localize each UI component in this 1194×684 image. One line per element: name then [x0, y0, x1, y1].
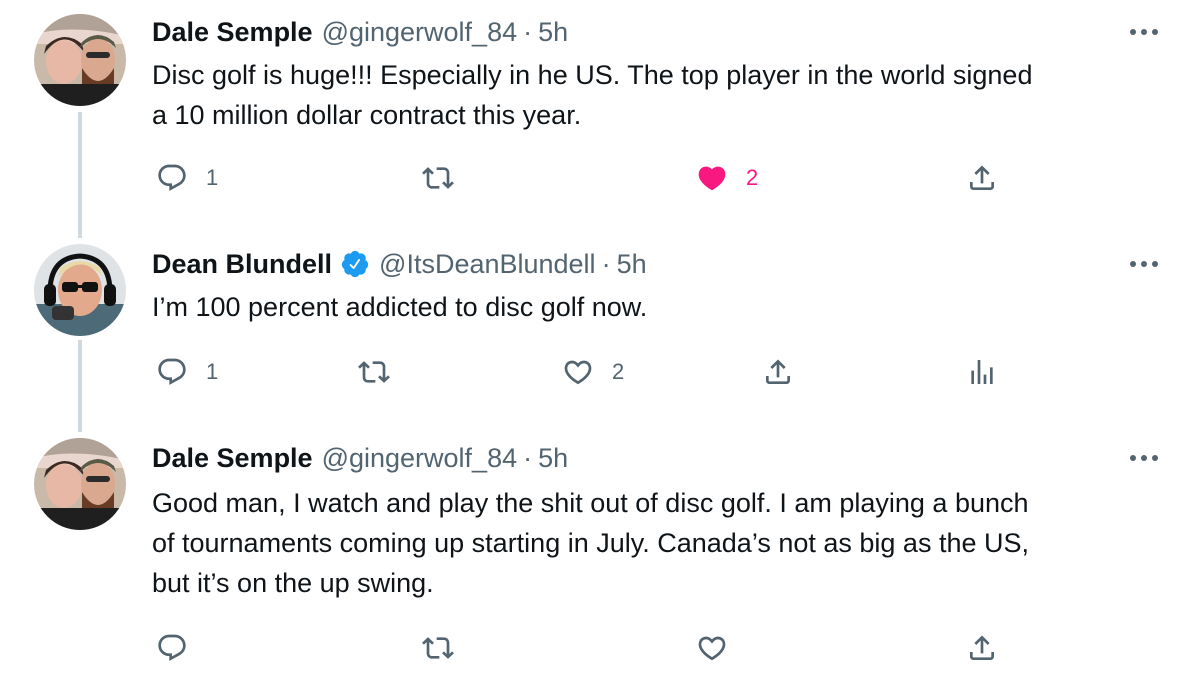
tweet[interactable]: Dale Semple @gingerwolf_84 · 5h Good man… — [0, 438, 1194, 678]
tweet-text-line: but it’s on the up swing. — [152, 568, 434, 598]
tweet-text: Disc golf is huge!!! Especially in he US… — [152, 55, 1172, 135]
reply-button[interactable]: 1 — [156, 158, 218, 198]
more-options-button[interactable] — [1126, 244, 1162, 284]
like-icon — [564, 360, 592, 385]
verified-badge — [340, 249, 370, 279]
tweet[interactable]: Dale Semple @gingerwolf_84 · 5h Disc gol… — [0, 12, 1194, 212]
tweet-text-line: a 10 million dollar contract this year. — [152, 100, 582, 130]
reply-count: 1 — [206, 359, 219, 384]
tweet-header: Dean Blundell @ItsDeanBlundell · 5h — [152, 244, 647, 284]
display-name[interactable]: Dale Semple — [152, 443, 313, 474]
timestamp[interactable]: 5h — [538, 17, 568, 48]
avatar-image — [34, 14, 126, 106]
tweet-text-line: I’m 100 percent addicted to disc golf no… — [152, 292, 648, 322]
share-icon — [970, 165, 994, 190]
avatar[interactable] — [34, 14, 126, 106]
more-icon — [1130, 455, 1158, 461]
more-icon — [1130, 261, 1158, 267]
reply-icon — [158, 634, 186, 661]
username[interactable]: @gingerwolf_84 — [322, 443, 518, 474]
reply-button[interactable]: 1 — [156, 352, 218, 392]
tweet-text: Good man, I watch and play the shit out … — [152, 483, 1172, 603]
like-button[interactable]: 2 — [562, 352, 624, 392]
like-count: 2 — [612, 359, 625, 384]
like-count: 2 — [746, 165, 759, 190]
tweet-actions: 1 2 — [0, 158, 1194, 198]
tweet-header: Dale Semple @gingerwolf_84 · 5h — [152, 438, 568, 478]
retweet-icon — [358, 361, 390, 383]
tweet-actions: 1 2 — [0, 352, 1194, 392]
more-icon — [1130, 29, 1158, 35]
tweet-text: I’m 100 percent addicted to disc golf no… — [152, 287, 1172, 327]
tweet-header: Dale Semple @gingerwolf_84 · 5h — [152, 12, 568, 52]
avatar[interactable] — [34, 438, 126, 530]
like-icon — [698, 636, 726, 661]
retweet-icon — [422, 167, 454, 189]
retweet-button[interactable] — [422, 158, 454, 198]
share-button[interactable] — [966, 628, 998, 668]
like-icon — [698, 166, 726, 191]
avatar-image — [34, 438, 126, 530]
more-options-button[interactable] — [1126, 12, 1162, 52]
retweet-button[interactable] — [358, 352, 390, 392]
separator-dot: · — [523, 16, 533, 47]
display-name[interactable]: Dean Blundell — [152, 249, 332, 280]
username[interactable]: @ItsDeanBlundell — [379, 249, 596, 280]
avatar[interactable] — [34, 244, 126, 336]
reply-icon — [158, 164, 186, 191]
retweet-button[interactable] — [422, 628, 454, 668]
share-button[interactable] — [966, 158, 998, 198]
avatar-image — [34, 244, 126, 336]
tweet-text-line: Disc golf is huge!!! Especially in he US… — [152, 60, 1033, 90]
share-icon — [970, 635, 994, 660]
verified-badge-icon — [341, 250, 369, 278]
like-button[interactable] — [696, 628, 728, 668]
display-name[interactable]: Dale Semple — [152, 17, 313, 48]
username[interactable]: @gingerwolf_84 — [322, 17, 518, 48]
tweet-text-line: of tournaments coming up starting in Jul… — [152, 528, 1029, 558]
tweet-actions — [0, 628, 1194, 668]
retweet-icon — [422, 637, 454, 659]
like-button[interactable]: 2 — [696, 158, 758, 198]
tweet[interactable]: Dean Blundell @ItsDeanBlundell · 5h I’m … — [0, 244, 1194, 414]
timestamp[interactable]: 5h — [617, 249, 647, 280]
analytics-icon — [971, 360, 993, 384]
more-options-button[interactable] — [1126, 438, 1162, 478]
reply-button[interactable] — [156, 628, 206, 668]
share-button[interactable] — [762, 352, 794, 392]
share-icon — [766, 359, 790, 384]
analytics-button[interactable] — [966, 352, 998, 392]
separator-dot: · — [523, 442, 533, 473]
timestamp[interactable]: 5h — [538, 443, 568, 474]
tweet-text-line: Good man, I watch and play the shit out … — [152, 488, 1029, 518]
reply-icon — [158, 358, 186, 385]
separator-dot: · — [601, 248, 611, 279]
reply-count: 1 — [206, 165, 219, 190]
